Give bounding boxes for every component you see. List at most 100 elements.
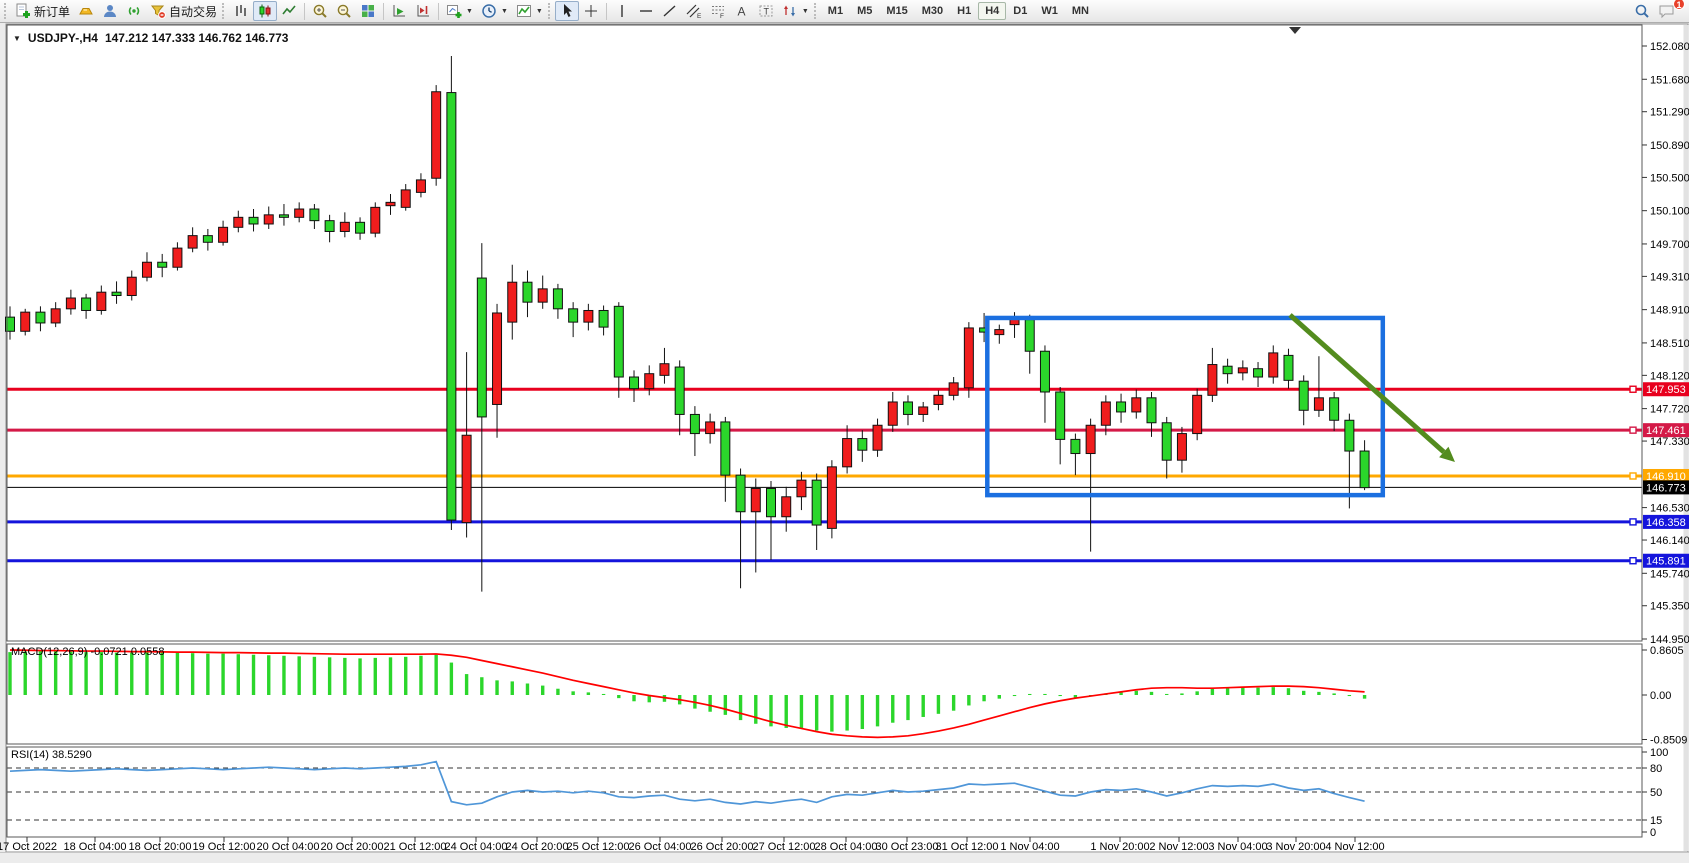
chevron-down-icon: ▼ [802, 8, 809, 15]
svg-text:0: 0 [1650, 827, 1656, 839]
support-button[interactable] [98, 1, 122, 21]
line-chart-button[interactable] [277, 1, 301, 21]
status-bar [0, 852, 1689, 863]
timeframe-m15-button[interactable]: M15 [879, 2, 914, 20]
deposit-button[interactable] [74, 1, 98, 21]
svg-text:0.8605: 0.8605 [1650, 645, 1684, 657]
timeframe-m5-button[interactable]: M5 [850, 2, 879, 20]
horizontal-line-tool-button[interactable] [634, 1, 658, 21]
period-button[interactable]: ▼ [477, 1, 512, 21]
chat-button[interactable]: 1 [1654, 1, 1680, 21]
trendline-tool-button[interactable] [658, 1, 682, 21]
svg-text:148.910: 148.910 [1650, 305, 1689, 317]
signal-icon [126, 3, 142, 19]
candlestick-chart-button[interactable] [253, 1, 277, 21]
text-label-tool-button[interactable]: T [754, 1, 778, 21]
chart-shift-icon [415, 3, 431, 19]
vertical-line-icon [614, 3, 630, 19]
svg-text:15: 15 [1650, 815, 1662, 827]
main-toolbar: 新订单 自动交易 [0, 0, 1689, 23]
text-tool-button[interactable]: A [730, 1, 754, 21]
timeframe-w1-button[interactable]: W1 [1034, 2, 1065, 20]
svg-text:150.100: 150.100 [1650, 206, 1689, 218]
channel-tool-button[interactable]: E [682, 1, 706, 21]
zoom-out-icon [336, 3, 352, 19]
svg-text:146.530: 146.530 [1650, 503, 1689, 515]
toolbar-separator [438, 3, 439, 20]
svg-text:147.461: 147.461 [1646, 425, 1686, 437]
timeframe-m1-button[interactable]: M1 [821, 2, 850, 20]
person-icon [102, 3, 118, 19]
zoom-in-button[interactable] [308, 1, 332, 21]
svg-text:F: F [720, 13, 724, 19]
toolbar-grip[interactable] [222, 3, 226, 19]
arrows-icon [782, 3, 798, 19]
svg-text:T: T [763, 7, 769, 17]
gold-ingot-icon [78, 3, 94, 19]
new-chart-button[interactable]: ▼ [442, 1, 477, 21]
trendline-icon [662, 3, 678, 19]
toolbar-separator [383, 3, 384, 20]
new-chart-icon [446, 3, 462, 19]
search-button[interactable] [1630, 1, 1654, 21]
timeframe-d1-button[interactable]: D1 [1006, 2, 1034, 20]
svg-text:147.330: 147.330 [1650, 436, 1689, 448]
zoom-in-icon [312, 3, 328, 19]
svg-text:148.120: 148.120 [1650, 370, 1689, 382]
toolbar-separator [606, 3, 607, 20]
price-chart[interactable]: 152.080151.680151.290150.890150.500150.1… [0, 0, 1689, 863]
tile-windows-icon [360, 3, 376, 19]
svg-text:151.680: 151.680 [1650, 74, 1689, 86]
text-icon: A [734, 3, 750, 19]
arrows-tool-button[interactable]: ▼ [778, 1, 813, 21]
crosshair-tool-button[interactable] [579, 1, 603, 21]
svg-text:-0.8509: -0.8509 [1650, 735, 1687, 747]
chevron-down-icon: ▼ [501, 8, 508, 15]
svg-text:148.510: 148.510 [1650, 338, 1689, 350]
svg-text:147.720: 147.720 [1650, 404, 1689, 416]
toolbar-grip[interactable] [548, 3, 552, 19]
autotrade-button[interactable]: 自动交易 [146, 1, 221, 21]
bar-chart-button[interactable] [229, 1, 253, 21]
signal-button[interactable] [122, 1, 146, 21]
svg-text:149.700: 149.700 [1650, 239, 1689, 251]
indicators-button[interactable]: ▼ [512, 1, 547, 21]
mt4-terminal: 新订单 自动交易 [0, 0, 1689, 863]
svg-text:0.00: 0.00 [1650, 690, 1671, 702]
svg-text:A: A [737, 5, 745, 19]
new-order-button[interactable]: 新订单 [11, 1, 74, 21]
fibonacci-tool-button[interactable]: F [706, 1, 730, 21]
horizontal-line-icon [638, 3, 654, 19]
auto-scroll-button[interactable] [387, 1, 411, 21]
new-order-icon [15, 3, 31, 19]
toolbar-grip[interactable] [814, 3, 818, 19]
channel-icon: E [686, 3, 702, 19]
svg-text:146.140: 146.140 [1650, 535, 1689, 547]
text-label-icon: T [758, 3, 774, 19]
cursor-icon [559, 3, 575, 19]
timeframe-m30-button[interactable]: M30 [915, 2, 950, 20]
toolbar-separator [304, 3, 305, 20]
svg-text:152.080: 152.080 [1650, 41, 1689, 53]
indicators-icon [516, 3, 532, 19]
chart-shift-button[interactable] [411, 1, 435, 21]
zoom-out-button[interactable] [332, 1, 356, 21]
chat-unread-badge: 1 [1673, 0, 1685, 10]
svg-text:145.350: 145.350 [1650, 601, 1689, 613]
fibonacci-icon: F [710, 3, 726, 19]
tile-windows-button[interactable] [356, 1, 380, 21]
line-chart-icon [281, 3, 297, 19]
vertical-line-tool-button[interactable] [610, 1, 634, 21]
timeframe-h4-button[interactable]: H4 [978, 2, 1006, 20]
svg-text:150.890: 150.890 [1650, 140, 1689, 152]
svg-text:146.773: 146.773 [1646, 482, 1686, 494]
timeframe-h1-button[interactable]: H1 [950, 2, 978, 20]
timeframe-mn-button[interactable]: MN [1065, 2, 1096, 20]
toolbar-grip[interactable] [4, 3, 8, 19]
clock-icon [481, 3, 497, 19]
svg-text:80: 80 [1650, 763, 1662, 775]
chevron-down-icon: ▼ [466, 8, 473, 15]
cursor-tool-button[interactable] [555, 1, 579, 21]
svg-text:145.891: 145.891 [1646, 556, 1686, 568]
search-icon [1634, 3, 1650, 19]
